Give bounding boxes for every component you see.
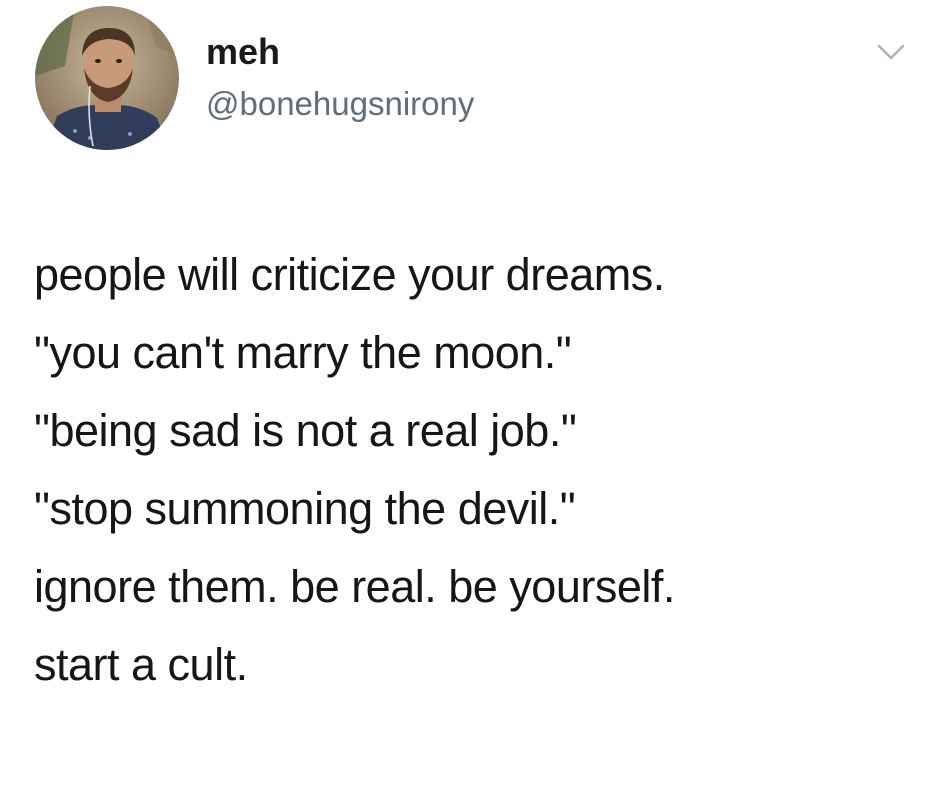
avatar-photo [35,6,179,150]
avatar[interactable] [35,6,179,150]
tweet-line: "stop summoning the devil." [34,483,576,534]
chevron-down-icon[interactable] [873,38,909,66]
tweet-text: people will criticize your dreams. "you … [34,236,924,704]
tweet-line: people will criticize your dreams. [34,249,665,300]
tweet-line: "being sad is not a real job." [34,405,577,456]
display-name[interactable]: meh [206,30,280,74]
tweet-line: ignore them. be real. be yourself. [34,561,675,612]
tweet-card: meh @bonehugsnirony people will criticiz… [0,0,931,794]
user-handle[interactable]: @bonehugsnirony [206,84,474,124]
tweet-line: start a cult. [34,639,248,690]
tweet-line: "you can't marry the moon." [34,327,572,378]
